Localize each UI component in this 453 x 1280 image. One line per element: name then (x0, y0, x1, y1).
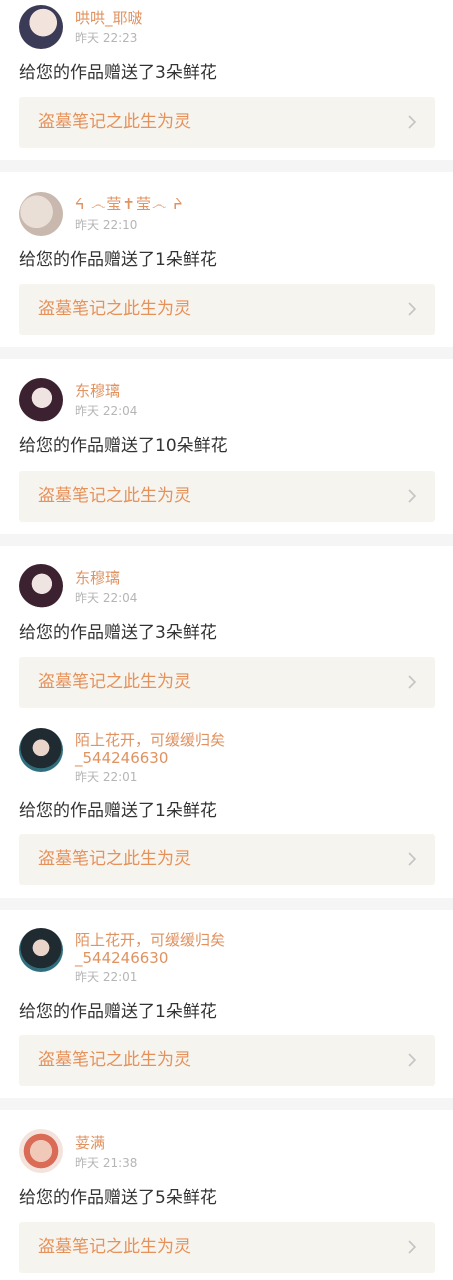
gift-message: 给您的作品赠送了1朵鲜花 (19, 801, 217, 821)
avatar[interactable] (19, 564, 63, 608)
chevron-right-icon (408, 1053, 417, 1067)
notification-item: 荽满 昨天 21:38 给您的作品赠送了5朵鲜花 盗墓笔记之此生为灵 (0, 1110, 453, 1280)
avatar[interactable] (19, 192, 63, 236)
work-link[interactable]: 盗墓笔记之此生为灵 (19, 97, 435, 148)
notification-item: 哄哄_耶啵 昨天 22:23 给您的作品赠送了3朵鲜花 盗墓笔记之此生为灵 (0, 0, 453, 160)
work-link[interactable]: 盗墓笔记之此生为灵 (19, 471, 435, 522)
avatar[interactable] (19, 728, 63, 772)
work-title: 盗墓笔记之此生为灵 (38, 849, 191, 869)
notification-item: 东穆璃 昨天 22:04 给您的作品赠送了10朵鲜花 盗墓笔记之此生为灵 (0, 359, 453, 534)
chevron-right-icon (408, 115, 417, 129)
notification-item: 陌上花开，可缓缓归矣 _544246630 昨天 22:01 给您的作品赠送了1… (0, 910, 453, 1098)
separator (0, 347, 453, 359)
user-name[interactable]: 东穆璃 (75, 568, 415, 588)
timestamp: 昨天 22:01 (75, 770, 138, 784)
chevron-right-icon (408, 852, 417, 866)
separator (0, 534, 453, 546)
avatar[interactable] (19, 1129, 63, 1173)
work-title: 盗墓笔记之此生为灵 (38, 1237, 191, 1257)
work-title: 盗墓笔记之此生为灵 (38, 672, 191, 692)
user-name-line1[interactable]: 陌上花开，可缓缓归矣 (75, 730, 415, 750)
work-link[interactable]: 盗墓笔记之此生为灵 (19, 1222, 435, 1273)
work-title: 盗墓笔记之此生为灵 (38, 486, 191, 506)
gift-message: 给您的作品赠送了5朵鲜花 (19, 1188, 217, 1208)
gift-message: 给您的作品赠送了1朵鲜花 (19, 250, 217, 270)
user-name[interactable]: 东穆璃 (75, 381, 415, 401)
chevron-right-icon (408, 302, 417, 316)
user-name[interactable]: ᔦ ෴莹✝莹෴ ᔨ (75, 194, 415, 214)
timestamp: 昨天 22:04 (75, 404, 138, 418)
gift-message: 给您的作品赠送了3朵鲜花 (19, 623, 217, 643)
timestamp: 昨天 22:01 (75, 970, 138, 984)
notification-item: 东穆璃 昨天 22:04 给您的作品赠送了3朵鲜花 盗墓笔记之此生为灵 (0, 546, 453, 714)
timestamp: 昨天 22:04 (75, 591, 138, 605)
notification-item: ᔦ ෴莹✝莹෴ ᔨ 昨天 22:10 给您的作品赠送了1朵鲜花 盗墓笔记之此生为… (0, 172, 453, 347)
gift-notification-feed: 哄哄_耶啵 昨天 22:23 给您的作品赠送了3朵鲜花 盗墓笔记之此生为灵 ᔦ … (0, 0, 453, 1280)
work-title: 盗墓笔记之此生为灵 (38, 299, 191, 319)
user-name-line1[interactable]: 陌上花开，可缓缓归矣 (75, 930, 415, 950)
separator (0, 898, 453, 910)
chevron-right-icon (408, 1240, 417, 1254)
user-name-line2[interactable]: _544246630 (75, 948, 415, 968)
work-link[interactable]: 盗墓笔记之此生为灵 (19, 284, 435, 335)
avatar[interactable] (19, 5, 63, 49)
separator (0, 160, 453, 172)
gift-message: 给您的作品赠送了3朵鲜花 (19, 63, 217, 83)
work-title: 盗墓笔记之此生为灵 (38, 1050, 191, 1070)
gift-message: 给您的作品赠送了1朵鲜花 (19, 1002, 217, 1022)
chevron-right-icon (408, 489, 417, 503)
gift-message: 给您的作品赠送了10朵鲜花 (19, 436, 228, 456)
user-name-line2[interactable]: _544246630 (75, 748, 415, 768)
notification-item: 陌上花开，可缓缓归矣 _544246630 昨天 22:01 给您的作品赠送了1… (0, 714, 453, 898)
timestamp: 昨天 22:23 (75, 31, 138, 45)
work-link[interactable]: 盗墓笔记之此生为灵 (19, 657, 435, 708)
separator (0, 1098, 453, 1110)
work-link[interactable]: 盗墓笔记之此生为灵 (19, 834, 435, 885)
chevron-right-icon (408, 675, 417, 689)
work-title: 盗墓笔记之此生为灵 (38, 112, 191, 132)
user-name[interactable]: 哄哄_耶啵 (75, 8, 415, 28)
timestamp: 昨天 21:38 (75, 1156, 138, 1170)
timestamp: 昨天 22:10 (75, 218, 138, 232)
avatar[interactable] (19, 928, 63, 972)
user-name[interactable]: 荽满 (75, 1133, 415, 1153)
work-link[interactable]: 盗墓笔记之此生为灵 (19, 1035, 435, 1086)
avatar[interactable] (19, 378, 63, 422)
